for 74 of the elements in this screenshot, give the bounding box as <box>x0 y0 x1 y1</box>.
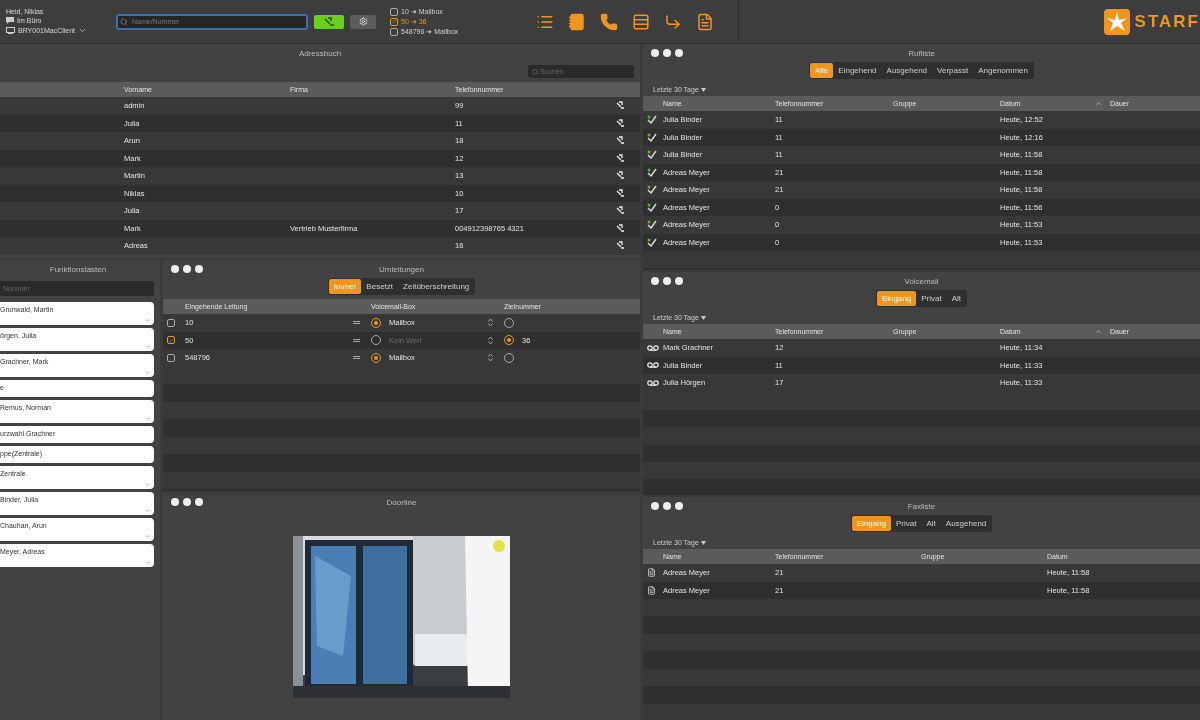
check-icon <box>647 115 657 125</box>
tab[interactable]: Eingehend <box>833 63 882 78</box>
check-icon <box>647 185 657 195</box>
dial-icon <box>323 17 335 26</box>
panel-title: Doorline <box>385 497 418 507</box>
dial-icon[interactable] <box>616 101 625 111</box>
tab[interactable]: Besetzt <box>361 279 399 294</box>
dial-icon[interactable] <box>616 188 625 198</box>
dots-icon[interactable] <box>651 49 685 57</box>
settings-button[interactable] <box>350 14 376 29</box>
stepper-icon[interactable] <box>488 353 493 363</box>
computer-icon <box>6 27 15 34</box>
check-icon <box>647 167 657 177</box>
panel-title: Voicemail <box>903 276 940 286</box>
panel-title: Umleitungen <box>378 264 425 274</box>
caret-icon <box>700 540 706 545</box>
checkbox[interactable] <box>167 336 175 345</box>
tab[interactable]: Privat <box>916 291 947 306</box>
stepper-icon[interactable] <box>488 335 493 345</box>
checkbox[interactable] <box>390 7 398 16</box>
stepper-icon[interactable] <box>488 318 493 328</box>
checkbox[interactable] <box>167 318 175 327</box>
search-icon <box>120 17 128 26</box>
tab[interactable]: Alt <box>921 516 941 531</box>
rows-icon[interactable] <box>632 12 650 31</box>
voicemail-icon <box>647 379 659 386</box>
phone-icon[interactable] <box>600 12 618 31</box>
panel-title: Adressbuch <box>297 48 343 58</box>
logo-text: STARF <box>1134 11 1200 32</box>
dots-icon[interactable] <box>171 265 205 273</box>
voicemail-icon <box>647 344 659 351</box>
dial-icon[interactable] <box>616 223 625 233</box>
caret-icon <box>700 87 706 92</box>
document-icon[interactable] <box>696 12 714 31</box>
sort-icon[interactable] <box>1095 100 1102 107</box>
speech-bubble-icon <box>6 17 14 24</box>
check-icon <box>647 220 657 230</box>
document-icon <box>647 568 656 578</box>
dial-icon[interactable] <box>616 241 625 251</box>
dial-icon[interactable] <box>616 171 625 181</box>
logo-icon <box>1103 8 1130 35</box>
check-icon <box>647 132 657 142</box>
check-icon <box>647 150 657 160</box>
panel-title: Rufliste <box>907 48 936 58</box>
tab[interactable]: Privat <box>891 516 922 531</box>
notebook-icon[interactable] <box>568 12 586 31</box>
dial-icon[interactable] <box>616 206 625 216</box>
chevron-down-icon[interactable] <box>78 26 88 35</box>
checkbox[interactable] <box>390 27 398 36</box>
tab[interactable]: Zeitüberschreitung <box>398 279 475 294</box>
checkbox[interactable] <box>167 353 175 362</box>
caret-icon <box>700 315 706 320</box>
tab[interactable]: Verpasst <box>932 63 974 78</box>
panel-title: Faxliste <box>906 501 937 511</box>
checkbox[interactable] <box>390 17 398 26</box>
dial-icon[interactable] <box>616 118 625 128</box>
dots-icon[interactable] <box>651 277 685 285</box>
dial-icon[interactable] <box>616 136 625 146</box>
check-icon <box>647 237 657 247</box>
dots-icon[interactable] <box>651 502 685 510</box>
search-icon <box>532 68 539 75</box>
tab[interactable]: Angenommen <box>973 63 1033 78</box>
panel-title: Funktionstasten <box>48 264 108 274</box>
sort-icon[interactable] <box>1095 328 1102 335</box>
gear-icon <box>358 17 368 26</box>
document-icon <box>647 585 656 595</box>
call-button[interactable] <box>314 14 344 29</box>
dots-icon[interactable] <box>171 498 205 506</box>
voicemail-icon <box>647 362 659 369</box>
tab[interactable]: Alt <box>946 291 967 306</box>
tab[interactable]: Ausgehend <box>881 63 933 78</box>
check-icon <box>647 202 657 212</box>
tab[interactable]: Ausgehend <box>940 516 992 531</box>
dial-icon[interactable] <box>616 153 625 163</box>
